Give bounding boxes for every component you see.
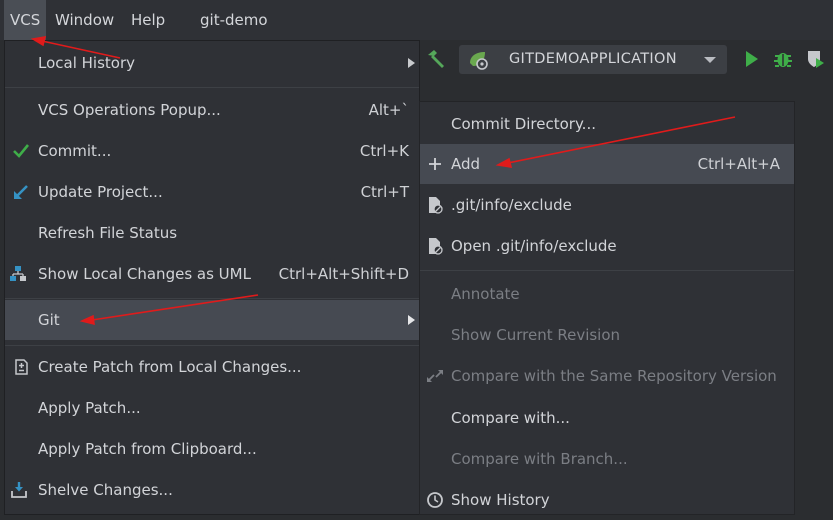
menu-item-label: .git/info/exclude: [451, 196, 572, 214]
patch-icon: [15, 359, 28, 375]
debug-bug-icon[interactable]: [772, 48, 794, 70]
menu-item-label: Show Current Revision: [451, 326, 621, 344]
run-configuration-select[interactable]: GITDEMOAPPLICATION: [459, 45, 727, 74]
menu-item-label: Show Local Changes as UML: [38, 265, 251, 283]
menu-item-label: VCS Operations Popup...: [38, 101, 221, 119]
menu-item-show-local-changes-uml[interactable]: Show Local Changes as UML Ctrl+Alt+Shift…: [5, 254, 419, 294]
ignored-file-icon: [429, 238, 443, 255]
menu-bar: VCS Window Help git-demo: [0, 0, 833, 40]
plus-icon: [429, 158, 441, 170]
menu-help-label: Help: [131, 11, 166, 29]
menu-window-label: Window: [55, 11, 115, 29]
uml-diagram-icon: [10, 266, 26, 281]
run-configuration-label: GITDEMOAPPLICATION: [509, 51, 677, 67]
menu-item-show-current-revision[interactable]: Show Current Revision: [420, 315, 794, 355]
project-name: git-demo: [200, 0, 268, 40]
menu-item-local-history[interactable]: Local History: [5, 43, 419, 83]
menu-item-commit[interactable]: Commit... Ctrl+K: [5, 131, 419, 171]
shortcut-label: Alt+`: [368, 101, 409, 119]
menu-item-label: Shelve Changes...: [38, 481, 173, 499]
separator: [5, 345, 419, 346]
check-icon: [13, 144, 30, 158]
menu-item-vcs-operations-popup[interactable]: VCS Operations Popup... Alt+`: [5, 90, 419, 130]
shortcut-label: Ctrl+Alt+A: [697, 155, 780, 173]
menu-vcs-label: VCS: [10, 11, 41, 29]
separator: [5, 87, 419, 88]
submenu-arrow-icon: [408, 58, 415, 68]
menu-item-commit-directory[interactable]: Commit Directory...: [420, 104, 794, 144]
menu-item-annotate[interactable]: Annotate: [420, 274, 794, 314]
clock-icon: [427, 492, 443, 508]
menu-item-label: Create Patch from Local Changes...: [38, 358, 302, 376]
menu-item-refresh-file-status[interactable]: Refresh File Status: [5, 213, 419, 253]
run-icon[interactable]: [740, 48, 762, 70]
menu-item-show-history[interactable]: Show History: [420, 480, 794, 520]
menu-item-compare-with[interactable]: Compare with...: [420, 398, 794, 438]
menu-item-label: Compare with...: [451, 409, 570, 427]
menu-item-apply-patch[interactable]: Apply Patch...: [5, 388, 419, 428]
compare-arrows-icon: [427, 370, 443, 382]
menu-window[interactable]: Window: [55, 0, 114, 40]
menu-item-label: Add: [451, 155, 481, 173]
menu-item-label: Local History: [38, 54, 136, 72]
menu-item-compare-with-branch[interactable]: Compare with Branch...: [420, 439, 794, 479]
update-arrow-icon: [14, 185, 28, 199]
menu-help[interactable]: Help: [131, 0, 165, 40]
menu-item-open-git-info-exclude[interactable]: Open .git/info/exclude: [420, 226, 794, 266]
separator: [420, 270, 794, 271]
menu-item-create-patch[interactable]: Create Patch from Local Changes...: [5, 347, 419, 387]
menu-item-label: Annotate: [451, 285, 520, 303]
separator: [5, 298, 419, 299]
shelve-icon: [11, 482, 27, 498]
menu-item-label: Apply Patch from Clipboard...: [38, 440, 257, 458]
project-name-label: git-demo: [200, 11, 268, 29]
vcs-menu: Local History VCS Operations Popup... Al…: [4, 40, 420, 515]
menu-item-label: Refresh File Status: [38, 224, 178, 242]
menu-item-label: Compare with Branch...: [451, 450, 628, 468]
build-hammer-icon[interactable]: [425, 48, 447, 70]
chevron-down-icon: [704, 57, 716, 63]
menu-item-label: Compare with the Same Repository Version: [451, 367, 777, 385]
menu-item-label: Commit...: [38, 142, 112, 160]
menu-item-apply-patch-clipboard[interactable]: Apply Patch from Clipboard...: [5, 429, 419, 469]
menu-item-label: Git: [38, 311, 60, 329]
menu-item-label: Update Project...: [38, 183, 163, 201]
menu-item-label: Apply Patch...: [38, 399, 141, 417]
menu-item-compare-same-repository[interactable]: Compare with the Same Repository Version: [420, 356, 794, 396]
coverage-shield-icon[interactable]: [804, 48, 826, 70]
menu-item-label: Show History: [451, 491, 550, 509]
menu-item-git[interactable]: Git: [5, 300, 419, 340]
git-submenu: Commit Directory... Add Ctrl+Alt+A .git/…: [419, 101, 795, 515]
menu-item-git-info-exclude[interactable]: .git/info/exclude: [420, 185, 794, 225]
menu-item-label: Open .git/info/exclude: [451, 237, 617, 255]
menu-vcs[interactable]: VCS: [4, 0, 47, 40]
menu-item-update-project[interactable]: Update Project... Ctrl+T: [5, 172, 419, 212]
ignored-file-icon: [429, 197, 443, 214]
menu-item-add[interactable]: Add Ctrl+Alt+A: [420, 144, 794, 184]
shortcut-label: Ctrl+T: [360, 183, 409, 201]
submenu-arrow-icon: [408, 315, 415, 325]
menu-item-label: Commit Directory...: [451, 115, 596, 133]
spring-boot-icon: [470, 52, 488, 70]
shortcut-label: Ctrl+K: [359, 142, 409, 160]
menu-item-shelve-changes[interactable]: Shelve Changes...: [5, 470, 419, 510]
shortcut-label: Ctrl+Alt+Shift+D: [278, 265, 409, 283]
